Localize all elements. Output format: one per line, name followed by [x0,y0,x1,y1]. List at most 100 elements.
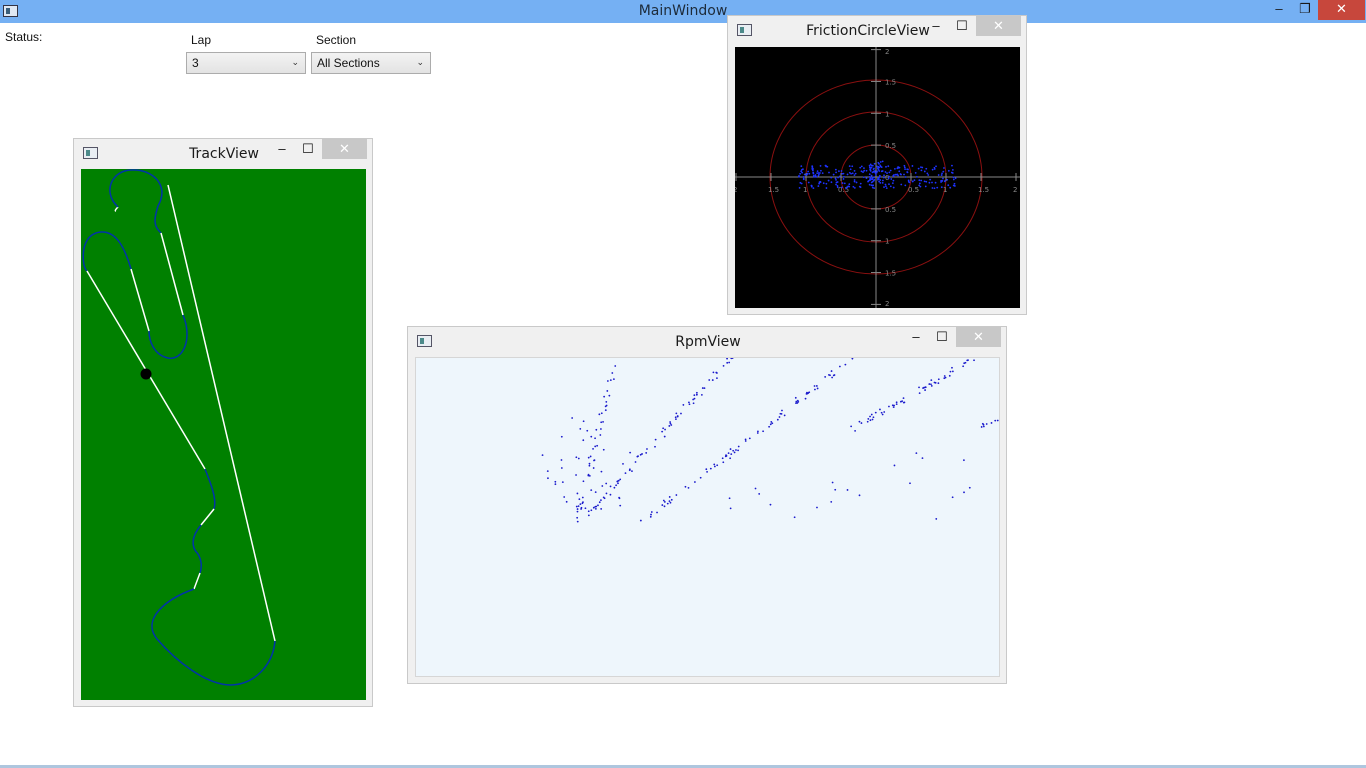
rpm-point [797,400,800,403]
friction-point [876,165,878,168]
maximize-icon[interactable]: ☐ [297,139,319,159]
rpm-point [830,500,833,503]
rpm-point [675,418,677,421]
rpm-point [769,423,772,426]
rpm-point [888,405,890,408]
rpm-point [577,457,580,460]
rpm-point [617,479,620,482]
friction-point [904,168,906,171]
rpm-point [699,476,702,479]
rpm-point [705,468,708,471]
friction-point [942,170,945,173]
rpm-point [631,470,633,473]
close-icon[interactable]: ✕ [956,327,1001,347]
friction-circle-title-bar[interactable]: FrictionCircleView – ☐ ✕ [728,16,1026,44]
rpm-point [915,452,918,455]
rpm-point [693,397,696,400]
friction-point [907,168,909,171]
rpm-point [668,496,671,498]
friction-point [863,169,866,172]
rpm-point [858,420,861,423]
friction-point [883,174,885,177]
friction-point [851,172,854,175]
maximize-icon[interactable]: ☐ [951,16,973,36]
close-icon[interactable]: ✕ [322,139,367,159]
rpm-point [935,518,938,520]
rpm-point [744,438,747,441]
rpm-point [711,379,714,381]
friction-point [928,181,931,184]
track-view-window[interactable]: TrackView – ☐ ✕ [73,138,373,707]
friction-point [827,179,830,182]
window-icon[interactable] [737,24,752,36]
friction-point [918,182,921,185]
minimize-icon[interactable]: – [925,16,947,36]
friction-point [950,171,953,174]
friction-point [911,165,914,167]
rpm-point [781,409,783,412]
section-label: Section [316,33,357,47]
rpm-point [619,504,622,507]
rpm-point [737,445,740,448]
rpm-point [604,409,607,412]
close-icon[interactable]: ✕ [1318,0,1365,20]
section-select[interactable]: All Sections ⌄ [311,52,431,74]
rpm-point [867,418,870,420]
friction-point [879,161,882,163]
rpm-point [664,428,666,431]
rpm-view-title-bar[interactable]: RpmView – ☐ ✕ [408,327,1006,355]
close-icon[interactable]: ✕ [976,16,1021,36]
rpm-point [541,454,544,457]
lap-select[interactable]: 3 ⌄ [186,52,306,74]
rpm-point [650,513,652,516]
friction-point [885,165,887,168]
rpm-point [831,481,834,484]
rpm-point [649,515,652,518]
friction-point [900,173,902,176]
track-view-title-bar[interactable]: TrackView – ☐ ✕ [74,139,372,167]
friction-point [841,186,843,189]
friction-point [869,179,871,182]
rpm-point [670,498,673,501]
rpm-point [713,463,716,466]
track-straight [200,508,215,526]
maximize-icon[interactable]: ☐ [931,327,953,347]
friction-point [885,187,888,190]
rpm-point [883,411,886,413]
restore-icon[interactable]: ❐ [1292,0,1318,20]
rpm-point [609,485,612,488]
rpm-point [588,462,591,465]
friction-point [862,171,864,173]
x-tick-label: 2 [1013,186,1017,194]
friction-point [933,187,936,190]
friction-point [946,178,949,181]
rpm-point [687,486,690,489]
rpm-point [756,432,759,434]
rpm-point [854,429,856,432]
rpm-point [933,381,936,384]
friction-point [863,167,865,170]
rpm-point [577,505,580,508]
rpm-point [561,481,564,484]
minimize-icon[interactable]: – [271,139,293,159]
status-label: Status: [5,30,43,44]
friction-circle-window[interactable]: FrictionCircleView – ☐ ✕ 2 1.5 1 0.5 0.5 1 1.5… [727,15,1027,315]
friction-point [819,172,821,174]
friction-point [822,182,825,185]
rpm-point [712,371,715,374]
friction-point [904,176,907,178]
friction-point [825,182,828,185]
y-tick-label: 2 [885,300,889,308]
rpm-point [576,510,579,513]
friction-point [851,165,854,168]
rpm-point [596,444,599,447]
rpm-point [575,474,577,476]
minimize-icon[interactable]: – [1266,0,1292,20]
friction-point [892,175,895,178]
rpm-point [582,480,585,483]
rpm-point [930,383,932,386]
rpm-point [600,499,602,501]
rpm-point [600,508,603,510]
minimize-icon[interactable]: – [905,327,927,347]
rpm-view-window[interactable]: RpmView – ☐ ✕ [407,326,1007,684]
